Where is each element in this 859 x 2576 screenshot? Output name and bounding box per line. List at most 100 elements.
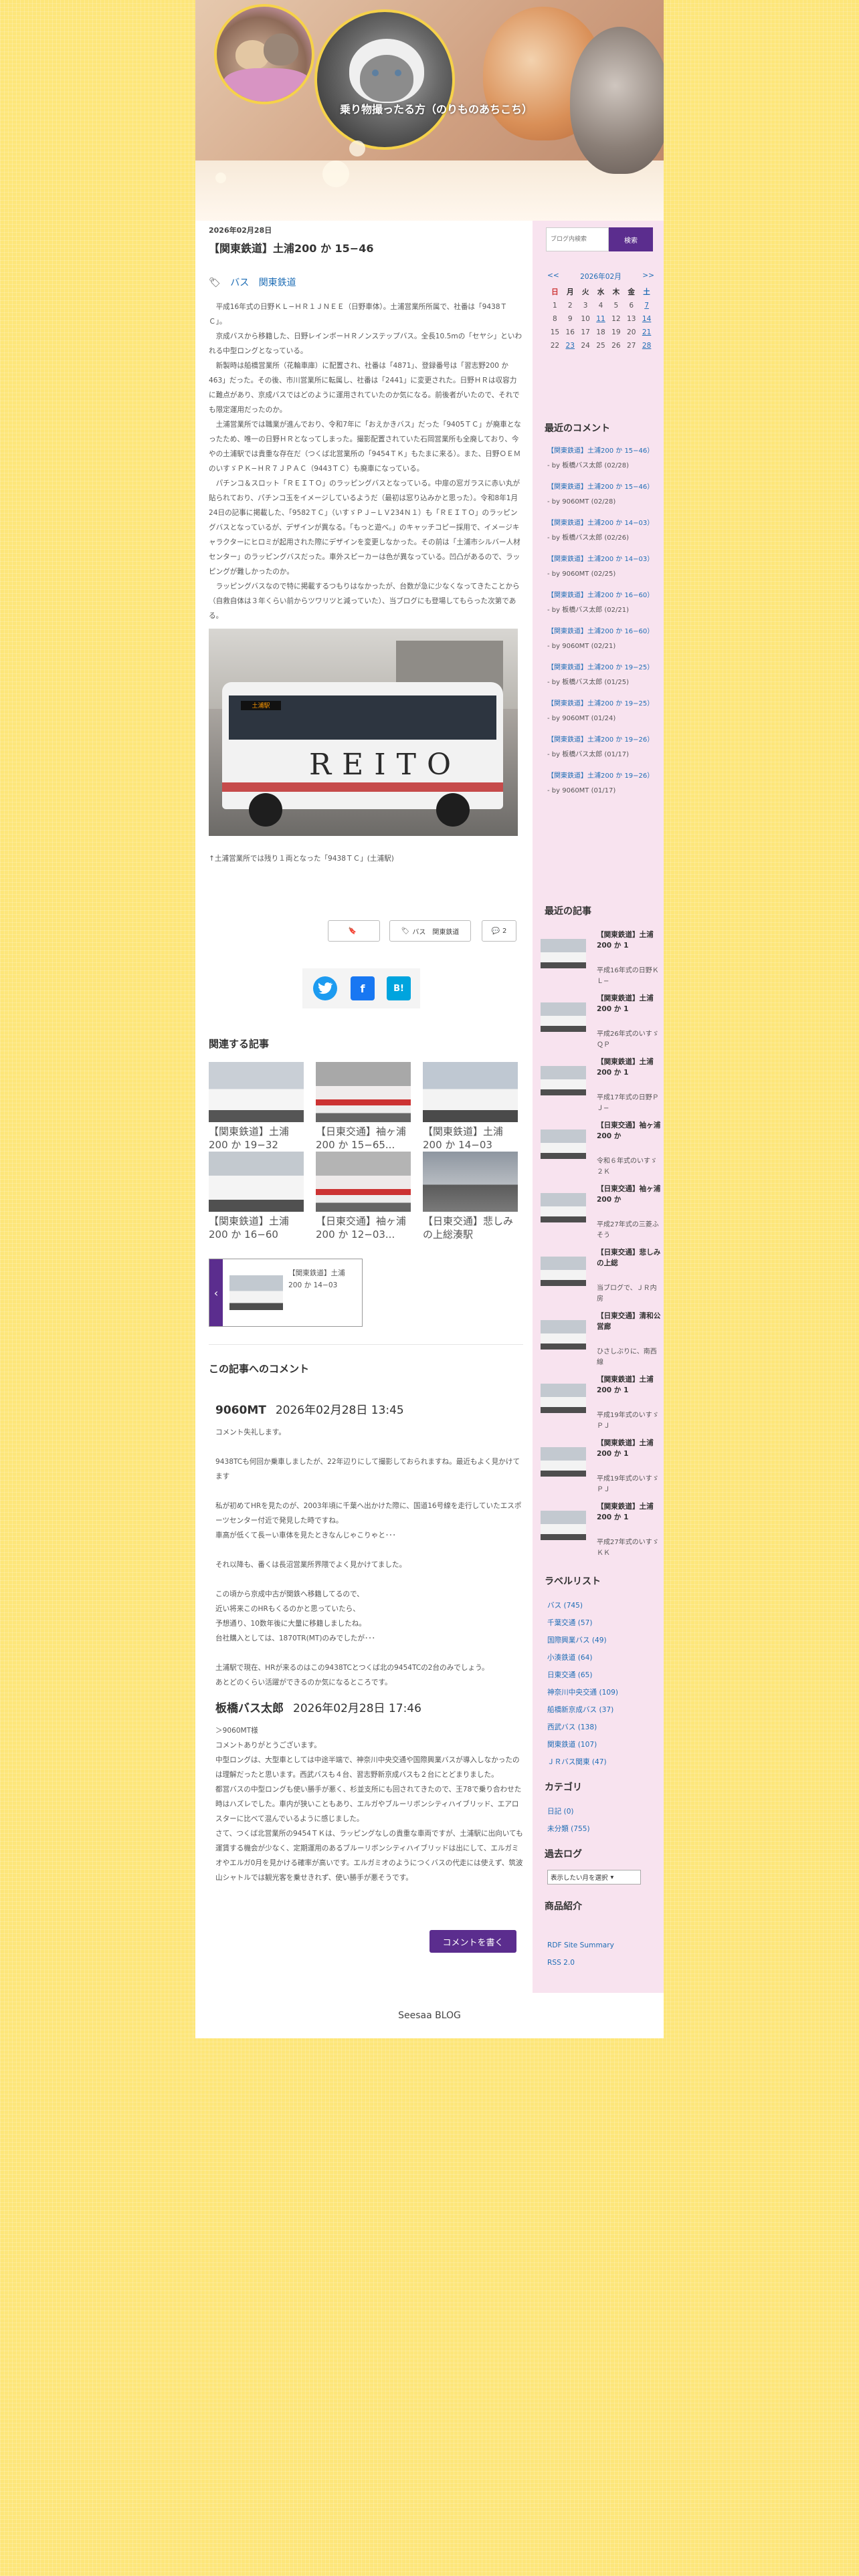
recent-comment-link[interactable]: 【関東鉄道】土浦200 か 19−25） xyxy=(547,661,657,675)
category-link-bus[interactable]: バス xyxy=(230,278,249,288)
label-link[interactable]: ＪＲバス関東 (47) xyxy=(547,1753,661,1771)
related-article[interactable]: 【関東鉄道】土浦200 か 19−32 xyxy=(209,1062,304,1152)
recent-article-item[interactable]: 【関東鉄道】土浦200 か 1 平成19年式のいすゞＰＪ xyxy=(541,1374,661,1434)
recent-article-excerpt: 平成17年式の日野ＰＪ− xyxy=(597,1094,659,1112)
recent-article-item[interactable]: 【関東鉄道】土浦200 か 1 平成16年式の日野ＫＬ− xyxy=(541,930,661,990)
recent-comment-link[interactable]: 【関東鉄道】土浦200 か 15−46） xyxy=(547,444,657,459)
search-button[interactable]: 検索 xyxy=(609,227,653,251)
related-article[interactable]: 【関東鉄道】土浦200 か 16−60 xyxy=(209,1152,304,1241)
recent-article-item[interactable]: 【日東交通】悲しみの上総 当ブログで、ＪＲ内房 xyxy=(541,1247,661,1307)
facebook-share-icon[interactable]: f xyxy=(351,976,375,1000)
archive-select[interactable]: 表示したい月を選択 ▾ xyxy=(547,1870,641,1885)
recent-comment-by: - by 板橋バス太郎 (02/21) xyxy=(547,607,630,614)
twitter-share-icon[interactable] xyxy=(313,976,337,1000)
comment-count-link[interactable]: 💬 2 xyxy=(482,920,516,942)
photo-caption: ↑土浦営業所では残り１両となった「9438ＴＣ」(土浦駅) xyxy=(209,855,394,863)
recent-comment-by: - by 9060MT (01/17) xyxy=(547,787,616,794)
paragraph: パチンコ＆スロット「ＲＥＩＴＯ」のラッピングバスとなっている。中扉の窓ガラスに赤… xyxy=(209,479,520,576)
calendar-day: 25 xyxy=(596,342,605,350)
calendar-weekday: 月 xyxy=(566,288,574,296)
recent-comment-by: - by 9060MT (02/25) xyxy=(547,570,616,578)
related-article[interactable]: 【日東交通】袖ヶ浦200 か 12−03... xyxy=(316,1152,411,1241)
bookmark-icon: 🔖 xyxy=(348,927,357,935)
calendar-day[interactable]: 11 xyxy=(593,312,609,326)
recent-article-thumbnail xyxy=(541,939,586,968)
recent-article-item[interactable]: 【関東鉄道】土浦200 か 1 平成27年式のいすゞＫＫ xyxy=(541,1501,661,1562)
label-link[interactable]: バス (745) xyxy=(547,1597,661,1614)
category-link[interactable]: 日記 (0) xyxy=(547,1803,590,1820)
label-link[interactable]: 関東鉄道 (107) xyxy=(547,1736,661,1753)
label-link[interactable]: 千葉交通 (57) xyxy=(547,1614,661,1632)
label-link[interactable]: 国際興業バス (49) xyxy=(547,1632,661,1649)
recent-comment-by: - by 9060MT (02/21) xyxy=(547,643,616,650)
related-article[interactable]: 【日東交通】悲しみの上総湊駅 xyxy=(423,1152,518,1241)
recent-article-excerpt: 平成16年式の日野ＫＬ− xyxy=(597,967,659,985)
calendar-prev-link[interactable]: << xyxy=(547,272,559,282)
author-link[interactable]: 🔖 xyxy=(328,920,380,942)
calendar-next-link[interactable]: >> xyxy=(642,272,654,282)
recent-article-item[interactable]: 【関東鉄道】土浦200 か 1 平成26年式のいすゞＱＰ xyxy=(541,993,661,1053)
prev-article-nav[interactable]: ‹ 【関東鉄道】土浦200 か 14−03 xyxy=(209,1259,363,1327)
label-link[interactable]: 西武バス (138) xyxy=(547,1719,661,1736)
blog-title[interactable]: 乗り物撮ったる方（のりものあちこち） xyxy=(340,100,533,116)
calendar-day[interactable]: 23 xyxy=(563,339,578,352)
recent-comment-link[interactable]: 【関東鉄道】土浦200 か 19−25） xyxy=(547,697,657,712)
category-meta-label: バス 関東鉄道 xyxy=(412,928,460,936)
calendar-day: 10 xyxy=(581,315,590,323)
calendar-day: 20 xyxy=(626,328,636,336)
calendar-day[interactable]: 14 xyxy=(639,312,654,326)
recent-comment-link[interactable]: 【関東鉄道】土浦200 か 19−26） xyxy=(547,769,657,784)
recent-article-excerpt: 当ブログで、ＪＲ内房 xyxy=(597,1285,657,1303)
search-input[interactable] xyxy=(546,227,609,251)
footer-brand-link[interactable]: Seesaa BLOG xyxy=(398,2010,461,2021)
category-meta-link[interactable]: 🏷 バス 関東鉄道 xyxy=(389,920,471,942)
calendar-week-row: 8 9 10 11 12 13 14 xyxy=(547,312,654,326)
calendar-day[interactable]: 7 xyxy=(639,299,654,312)
recent-comment-item: 【関東鉄道】土浦200 か 15−46） - by 9060MT (02/28) xyxy=(547,480,657,510)
related-article[interactable]: 【日東交通】袖ヶ浦200 か 15−65... xyxy=(316,1062,411,1152)
write-comment-button[interactable]: コメントを書く xyxy=(430,1930,516,1953)
recent-comment-link[interactable]: 【関東鉄道】土浦200 か 16−60） xyxy=(547,625,657,639)
recent-comment-link[interactable]: 【関東鉄道】土浦200 か 19−26） xyxy=(547,733,657,748)
label-link[interactable]: 小湊鉄道 (64) xyxy=(547,1649,661,1667)
recent-comment-link[interactable]: 【関東鉄道】土浦200 か 16−60） xyxy=(547,588,657,603)
calendar-day[interactable]: 21 xyxy=(639,326,654,339)
calendar-day: 3 xyxy=(583,302,588,310)
profile-heading: 商品紹介 xyxy=(545,1901,582,1912)
category-link-kantetsu[interactable]: 関東鉄道 xyxy=(259,278,296,288)
recent-article-item[interactable]: 【関東鉄道】土浦200 か 1 平成17年式の日野ＰＪ− xyxy=(541,1057,661,1117)
header-cat-gray xyxy=(570,27,664,174)
recent-article-item[interactable]: 【関東鉄道】土浦200 か 1 平成19年式のいすゞＰＪ xyxy=(541,1438,661,1498)
recent-article-title: 【関東鉄道】土浦200 か 1 xyxy=(597,931,654,950)
rss-link[interactable]: RSS 2.0 xyxy=(547,1954,614,1971)
labels-heading: ラベルリスト xyxy=(545,1576,601,1587)
recent-article-title: 【関東鉄道】土浦200 か 1 xyxy=(597,1376,654,1394)
label-link[interactable]: 神奈川中央交通 (109) xyxy=(547,1684,661,1701)
label-link[interactable]: 日東交通 (65) xyxy=(547,1667,661,1684)
hatena-bookmark-icon[interactable]: B! xyxy=(387,976,411,1000)
bus-photo[interactable]: 土浦駅 REITO xyxy=(209,629,518,836)
divider xyxy=(209,1344,523,1345)
calendar-day[interactable]: 28 xyxy=(639,339,654,352)
related-article[interactable]: 【関東鉄道】土浦200 か 14−03 xyxy=(423,1062,518,1152)
recent-article-item[interactable]: 【日東交通】袖ヶ浦200 か令和６年式のいすゞ２Ｋ xyxy=(541,1120,661,1180)
comment-date: 2026年02月28日 17:46 xyxy=(293,1702,421,1715)
recent-comment-link[interactable]: 【関東鉄道】土浦200 か 14−03） xyxy=(547,516,657,531)
label-link[interactable]: 船橋新京成バス (37) xyxy=(547,1701,661,1719)
post-title[interactable]: 【関東鉄道】土浦200 か 15−46 xyxy=(209,239,523,255)
blog-header[interactable]: 乗り物撮ったる方（のりものあちこち） xyxy=(195,0,664,221)
calendar-day: 17 xyxy=(581,328,590,336)
footer: Seesaa BLOG xyxy=(195,1993,664,2038)
recent-article-item[interactable]: 【日東交通】清和公営廊 ひさしぶりに、南西線 xyxy=(541,1311,661,1371)
recent-comment-link[interactable]: 【関東鉄道】土浦200 か 14−03） xyxy=(547,552,657,567)
recent-article-item[interactable]: 【日東交通】袖ヶ浦200 か平成27年式の三菱ふそう xyxy=(541,1184,661,1244)
recent-article-excerpt: 令和６年式のいすゞ２Ｋ xyxy=(597,1158,657,1176)
category-link[interactable]: 未分類 (755) xyxy=(547,1820,590,1838)
calendar-day: 8 xyxy=(553,315,557,323)
rdf-link[interactable]: RDF Site Summary xyxy=(547,1937,614,1954)
calendar: << 2026年02月 >> 日月火水木金土 1 2 3 4 5 6 7 8 9 10 11 12 13 1… xyxy=(547,272,654,352)
recent-comment-item: 【関東鉄道】土浦200 か 19−26） - by 板橋バス太郎 (01/17) xyxy=(547,733,657,762)
bus-wrap-text: REITO xyxy=(309,748,462,782)
calendar-week-row: 22 23 24 25 26 27 28 xyxy=(547,339,654,352)
recent-comment-link[interactable]: 【関東鉄道】土浦200 か 15−46） xyxy=(547,480,657,495)
